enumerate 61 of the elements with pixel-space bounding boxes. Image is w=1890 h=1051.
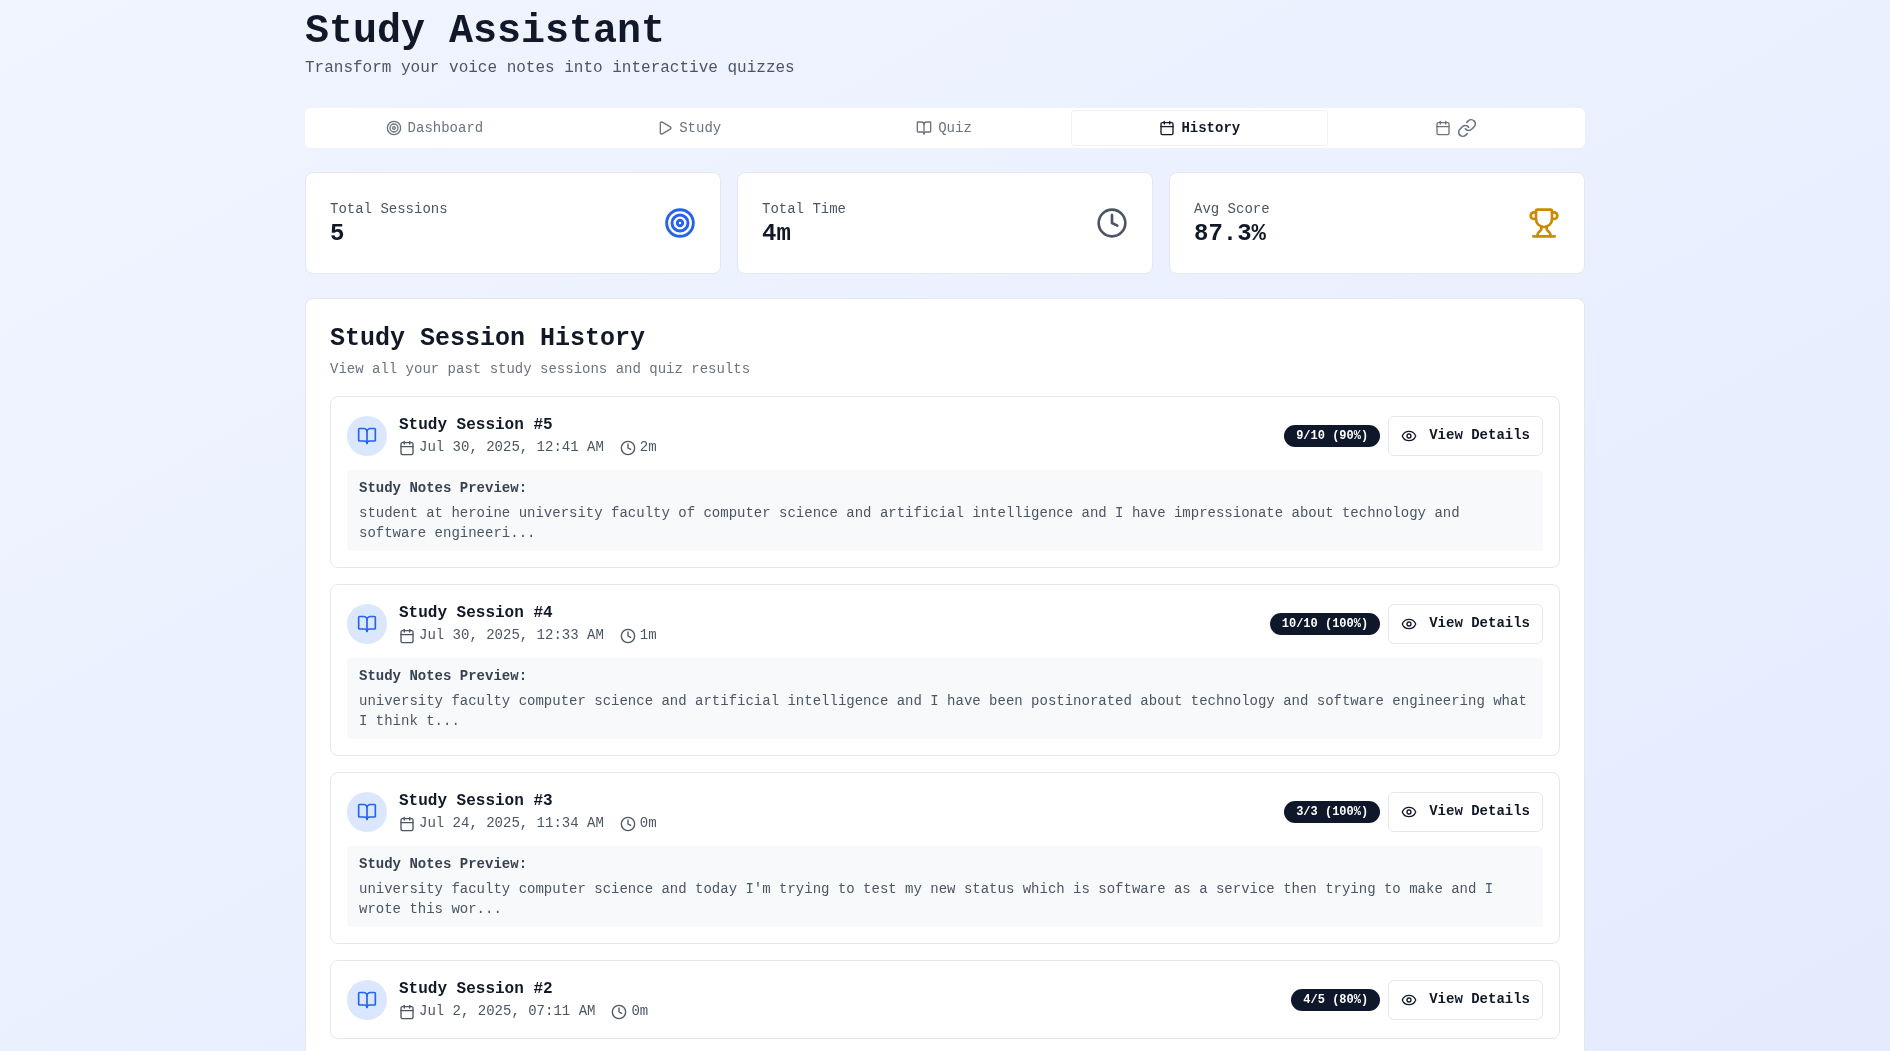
- view-details-button[interactable]: View Details: [1388, 415, 1543, 456]
- notes-label: Study Notes Preview:: [359, 667, 529, 686]
- session-title: Study Session #5: [399, 415, 554, 436]
- target-icon: [664, 207, 696, 239]
- calendar-icon: [399, 439, 415, 456]
- notes-text: university faculty computer science and today I'm trying to test my new status which is software as a service then trying to make and I wrote this wor...: [359, 880, 1495, 919]
- clock-icon: [619, 627, 636, 644]
- session-duration: 1m: [639, 626, 657, 645]
- clock-icon: [1096, 207, 1128, 239]
- score-badge: 4/5 (80%): [1291, 988, 1381, 1011]
- notes-text: university faculty computer science and artificial intelligence and I have been postinorated about technology and software engineering what I think t...: [359, 692, 1528, 731]
- session-title: Study Session #4: [399, 603, 554, 624]
- view-details-button[interactable]: View Details: [1388, 979, 1543, 1020]
- session-duration: 0m: [639, 814, 657, 833]
- page-subtitle: Transform your voice notes into interactive quizzes: [305, 58, 796, 79]
- calendar-icon: [399, 815, 415, 832]
- section-title: Study Session History: [330, 323, 647, 355]
- play-icon: [657, 120, 674, 136]
- session-title: Study Session #2: [399, 979, 554, 1000]
- session-date: Jul 30, 2025, 12:33 AM: [419, 626, 604, 645]
- session-title: Study Session #3: [399, 791, 554, 812]
- score-badge: 3/3 (100%): [1284, 800, 1381, 823]
- clock-icon: [619, 815, 636, 832]
- stat-label: Avg Score: [1194, 199, 1270, 219]
- page-title: Study Assistant: [305, 8, 667, 56]
- link-icon: [1456, 118, 1477, 138]
- tab[interactable]: History: [1071, 110, 1329, 146]
- calendar-icon: [1159, 120, 1176, 136]
- tab[interactable]: Dashboard: [307, 110, 562, 146]
- tab[interactable]: Quiz: [816, 110, 1072, 146]
- trophy-icon: [1528, 207, 1560, 239]
- book-icon: [347, 603, 387, 644]
- session-date: Jul 2, 2025, 07:11 AM: [419, 1002, 596, 1021]
- notes-label: Study Notes Preview:: [359, 479, 529, 498]
- tab[interactable]: Study: [561, 110, 817, 146]
- stat-label: Total Time: [762, 199, 846, 219]
- score-badge: 10/10 (100%): [1269, 612, 1381, 635]
- view-details-button[interactable]: View Details: [1388, 603, 1543, 644]
- clock-icon: [619, 439, 636, 456]
- book-icon: [916, 120, 933, 136]
- calendar-icon: [399, 1003, 415, 1020]
- notes-text: student at heroine university faculty of computer science and artificial intelligence and I have impressionate about technology and software engineeri...: [359, 504, 1461, 543]
- session-duration: 2m: [639, 438, 657, 457]
- stat-value: 4m: [762, 219, 792, 248]
- book-icon: [347, 979, 387, 1020]
- section-subtitle: View all your past study sessions and quiz results: [330, 360, 752, 379]
- stat-label: Total Sessions: [330, 199, 448, 219]
- calendar-icon: [399, 627, 415, 644]
- book-icon: [347, 791, 387, 832]
- session-date: Jul 30, 2025, 12:41 AM: [419, 438, 604, 457]
- book-icon: [347, 415, 387, 456]
- clock-icon: [611, 1003, 628, 1020]
- stat-value: 87.3%: [1194, 219, 1267, 248]
- calendar-icon: [1434, 120, 1451, 136]
- notes-label: Study Notes Preview:: [359, 855, 529, 874]
- score-badge: 9/10 (90%): [1284, 424, 1381, 447]
- session-date: Jul 24, 2025, 11:34 AM: [419, 814, 604, 833]
- target-icon: [385, 120, 402, 136]
- session-duration: 0m: [631, 1002, 649, 1021]
- stat-value: 5: [330, 219, 346, 248]
- view-details-button[interactable]: View Details: [1388, 791, 1543, 832]
